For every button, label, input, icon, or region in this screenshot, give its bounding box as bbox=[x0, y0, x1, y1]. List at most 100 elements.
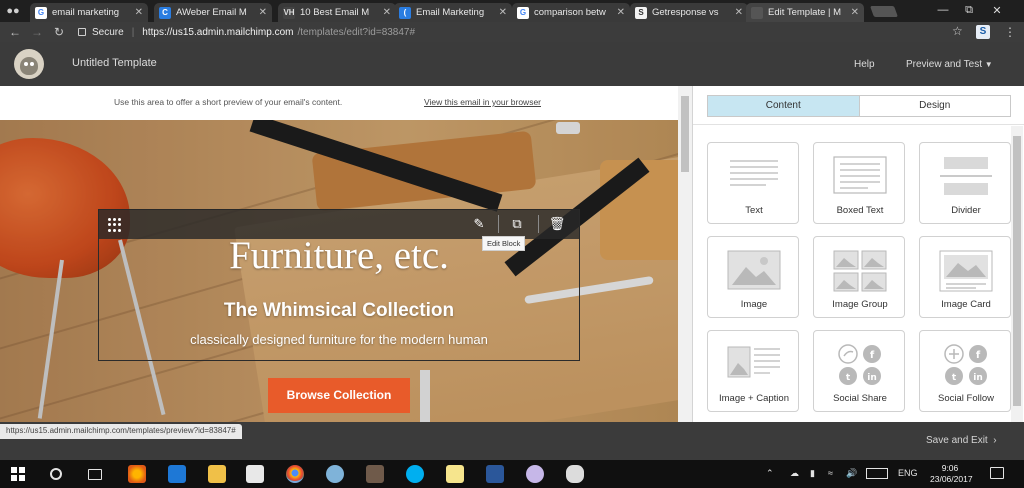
boxed-text-block-icon bbox=[833, 156, 887, 194]
close-tab-icon[interactable]: ✕ bbox=[735, 7, 743, 18]
tab-design[interactable]: Design bbox=[859, 96, 1010, 116]
help-link[interactable]: Help bbox=[854, 59, 875, 70]
browser-tab[interactable]: Gcomparison betw ✕ bbox=[512, 3, 630, 22]
browser-tab[interactable]: Edit Template | M ✕ bbox=[746, 3, 864, 22]
browser-tab[interactable]: S Getresponse vs ✕ bbox=[630, 3, 748, 22]
preheader-text: Use this area to offer a short preview o… bbox=[114, 97, 343, 107]
close-tab-icon[interactable]: ✕ bbox=[259, 7, 267, 18]
close-tab-icon[interactable]: ✕ bbox=[499, 7, 507, 18]
block-tile-image-group[interactable]: Image Group bbox=[813, 236, 905, 318]
input-language[interactable]: ENG bbox=[898, 468, 918, 478]
close-tab-icon[interactable]: ✕ bbox=[851, 7, 859, 18]
skype-icon[interactable] bbox=[406, 465, 424, 483]
document-icon: S bbox=[635, 6, 647, 19]
text-block-icon bbox=[730, 160, 778, 186]
browser-tab[interactable]: (Email Marketing ✕ bbox=[394, 3, 512, 22]
preview-and-test-menu[interactable]: Preview and Test ▼ bbox=[906, 59, 993, 70]
clock-time: 9:06 bbox=[941, 463, 959, 473]
edge-icon[interactable] bbox=[168, 465, 186, 483]
cloud-app-icon[interactable] bbox=[566, 465, 584, 483]
save-and-exit-button[interactable]: Save and Exit › bbox=[926, 435, 997, 446]
windows-start-icon[interactable] bbox=[11, 467, 25, 481]
browser-tab-title: Edit Template | M bbox=[768, 7, 842, 18]
notifications-icon[interactable] bbox=[990, 467, 1004, 479]
block-tile-label: Social Share bbox=[833, 393, 887, 404]
block-tile-image-card[interactable]: Image Card bbox=[919, 236, 1011, 318]
panel-tabs: Content Design bbox=[707, 95, 1011, 117]
template-title[interactable]: Untitled Template bbox=[72, 57, 157, 69]
hero-subheadline[interactable]: The Whimsical Collection bbox=[0, 300, 678, 322]
block-tile-label: Social Follow bbox=[938, 393, 994, 404]
block-tile-text[interactable]: Text bbox=[707, 142, 799, 224]
divider-block-icon bbox=[940, 157, 992, 195]
extension-icon[interactable]: S bbox=[976, 25, 990, 39]
task-view-icon[interactable] bbox=[88, 469, 102, 480]
tray-chevron-icon[interactable]: ⌃ bbox=[766, 468, 774, 479]
block-tile-label: Image Card bbox=[941, 299, 991, 310]
block-tile-divider[interactable]: Divider bbox=[919, 142, 1011, 224]
bookmark-star-icon[interactable]: ☆ bbox=[952, 24, 963, 38]
block-tile-image-caption[interactable]: Image + Caption bbox=[707, 330, 799, 412]
block-tile-label: Text bbox=[745, 205, 763, 216]
keyboard-icon[interactable] bbox=[866, 468, 888, 479]
volume-icon[interactable]: 🔊 bbox=[846, 468, 857, 479]
hero-headline[interactable]: Furniture, etc. bbox=[0, 233, 678, 278]
block-tile-image[interactable]: Image bbox=[707, 236, 799, 318]
paint-icon[interactable] bbox=[526, 465, 544, 483]
network-app-icon[interactable] bbox=[326, 465, 344, 483]
forward-icon[interactable]: → bbox=[30, 25, 44, 39]
hero-tagline[interactable]: classically designed furniture for the m… bbox=[0, 332, 678, 347]
canvas-scrollbar[interactable] bbox=[678, 86, 692, 422]
browser-tab[interactable]: C AWeber Email M ✕ bbox=[154, 3, 272, 22]
drag-handle-icon[interactable] bbox=[108, 218, 122, 232]
hero-image-block[interactable]: ✎ ⧉ 🗑 Furniture, etc. The Whimsical Coll… bbox=[0, 120, 678, 422]
panel-scrollbar[interactable] bbox=[1011, 126, 1023, 422]
browser-tab[interactable]: Gemail marketing ✕ bbox=[30, 3, 148, 22]
app-icon[interactable] bbox=[366, 465, 384, 483]
restore-icon[interactable]: ⧉ bbox=[962, 4, 976, 17]
image-group-block-icon bbox=[833, 250, 887, 292]
word-icon[interactable] bbox=[486, 465, 504, 483]
image-block-icon bbox=[727, 250, 781, 290]
firefox-icon[interactable] bbox=[128, 465, 146, 483]
reload-icon[interactable]: ↻ bbox=[52, 25, 66, 39]
battery-icon[interactable]: ▮ bbox=[810, 468, 815, 479]
browser-tab-title: comparison betw bbox=[534, 7, 606, 18]
close-tab-icon[interactable]: ✕ bbox=[617, 7, 625, 18]
browser-menu-icon[interactable]: ⋮ bbox=[1004, 25, 1016, 39]
duplicate-icon[interactable]: ⧉ bbox=[508, 215, 526, 233]
preheader-block[interactable]: Use this area to offer a short preview o… bbox=[0, 86, 678, 120]
browser-tab[interactable]: VH 10 Best Email M ✕ bbox=[278, 3, 396, 22]
close-window-icon[interactable]: ✕ bbox=[990, 4, 1004, 17]
tray-app-icon[interactable]: ☁ bbox=[790, 468, 799, 479]
close-tab-icon[interactable]: ✕ bbox=[383, 7, 391, 18]
chrome-icon[interactable] bbox=[286, 465, 304, 483]
mailchimp-logo-icon[interactable] bbox=[14, 49, 44, 79]
trash-icon[interactable]: 🗑 bbox=[548, 215, 566, 233]
new-tab-button[interactable] bbox=[869, 6, 899, 17]
minimize-icon[interactable]: — bbox=[936, 4, 950, 16]
vh-icon: VH bbox=[283, 6, 295, 19]
wifi-icon[interactable]: ≈ bbox=[828, 468, 833, 478]
block-tile-social-follow[interactable]: f t in Social Follow bbox=[919, 330, 1011, 412]
block-tile-boxed-text[interactable]: Boxed Text bbox=[813, 142, 905, 224]
omnibox[interactable]: Secure | https://us15.admin.mailchimp.co… bbox=[78, 24, 968, 40]
tab-content[interactable]: Content bbox=[708, 96, 860, 116]
browse-collection-button[interactable]: Browse Collection bbox=[268, 378, 410, 413]
taskbar-clock[interactable]: 9:06 23/06/2017 bbox=[930, 463, 973, 485]
close-tab-icon[interactable]: ✕ bbox=[135, 7, 143, 18]
view-in-browser-link[interactable]: View this email in your browser bbox=[424, 97, 541, 107]
mailchimp-icon bbox=[751, 6, 763, 19]
svg-text:f: f bbox=[976, 350, 981, 361]
file-explorer-icon[interactable] bbox=[208, 465, 226, 483]
edit-pencil-icon[interactable]: ✎ bbox=[470, 215, 488, 233]
browser-tab-title: Email Marketing bbox=[416, 7, 485, 18]
store-icon[interactable] bbox=[246, 465, 264, 483]
back-icon[interactable]: ← bbox=[8, 25, 22, 39]
sticky-notes-icon[interactable] bbox=[446, 465, 464, 483]
save-and-exit-label: Save and Exit bbox=[926, 435, 988, 446]
search-icon[interactable] bbox=[50, 468, 62, 480]
svg-text:f: f bbox=[870, 350, 875, 361]
block-tile-social-share[interactable]: f t in Social Share bbox=[813, 330, 905, 412]
block-tile-label: Image + Caption bbox=[719, 393, 789, 404]
